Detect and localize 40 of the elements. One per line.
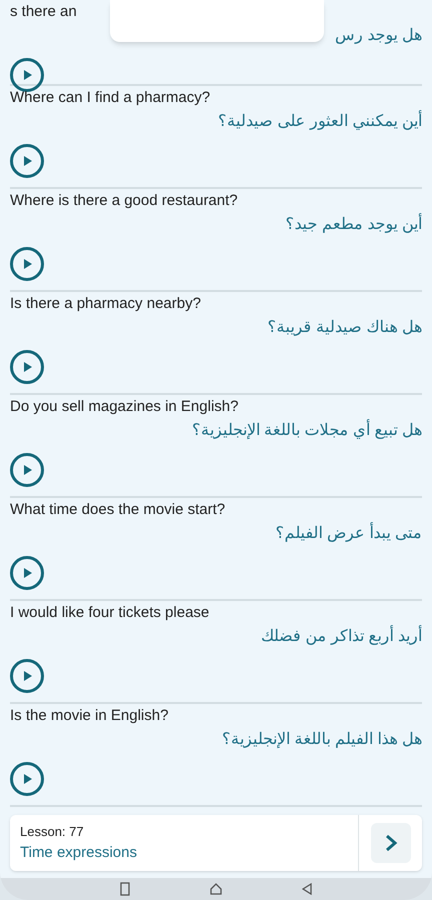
play-icon bbox=[21, 69, 33, 81]
back-icon[interactable] bbox=[302, 883, 312, 895]
arabic-phrase: هل يوجد رس bbox=[335, 26, 422, 46]
lesson-title: Time expressions bbox=[20, 842, 137, 862]
arabic-phrase: أريد أربع تذاكر من فضلك bbox=[261, 625, 422, 649]
play-button[interactable] bbox=[10, 58, 44, 92]
play-button[interactable] bbox=[10, 144, 44, 178]
arabic-phrase: أين يوجد مطعم جيد؟ bbox=[286, 213, 422, 237]
arabic-phrase: هل تبيع أي مجلات باللغة الإنجليزية؟ bbox=[192, 419, 422, 443]
play-icon bbox=[21, 464, 33, 476]
play-button[interactable] bbox=[10, 556, 44, 590]
play-button[interactable] bbox=[10, 762, 44, 796]
english-phrase: Is there a pharmacy nearby? bbox=[10, 294, 202, 314]
arabic-phrase: هل هذا الفيلم باللغة الإنجليزية؟ bbox=[222, 730, 422, 750]
play-button[interactable] bbox=[10, 247, 44, 281]
english-phrase: Do you sell magazines in English? bbox=[10, 397, 240, 417]
arabic-phrase: متى يبدأ عرض الفيلم؟ bbox=[276, 522, 422, 546]
home-icon[interactable] bbox=[210, 883, 222, 895]
english-phrase: Where is there a good restaurant? bbox=[10, 191, 239, 211]
next-button[interactable] bbox=[370, 823, 410, 863]
play-button[interactable] bbox=[10, 659, 44, 693]
play-button[interactable] bbox=[10, 453, 44, 487]
play-icon bbox=[21, 567, 33, 579]
next-lesson-card[interactable]: Lesson: 77 Time expressions bbox=[10, 815, 422, 871]
play-button[interactable] bbox=[10, 350, 44, 384]
lesson-number: Lesson: 77 bbox=[20, 823, 84, 841]
english-phrase: I would like four tickets please bbox=[10, 603, 210, 623]
english-phrase: s there an bbox=[10, 2, 78, 22]
english-phrase: What time does the movie start? bbox=[10, 500, 226, 520]
play-icon bbox=[21, 773, 33, 785]
arabic-phrase: أين يمكنني العثور على صيدلية؟ bbox=[218, 110, 422, 134]
english-phrase: Is the movie in English? bbox=[10, 706, 170, 726]
chevron-right-icon bbox=[384, 833, 398, 853]
play-icon bbox=[21, 258, 33, 270]
play-icon bbox=[21, 670, 33, 682]
play-icon bbox=[21, 361, 33, 373]
play-icon bbox=[21, 155, 33, 167]
recents-icon[interactable] bbox=[120, 882, 130, 896]
arabic-phrase: هل هناك صيدلية قريبة؟ bbox=[268, 318, 422, 338]
english-phrase: Where can I find a pharmacy? bbox=[10, 88, 212, 108]
